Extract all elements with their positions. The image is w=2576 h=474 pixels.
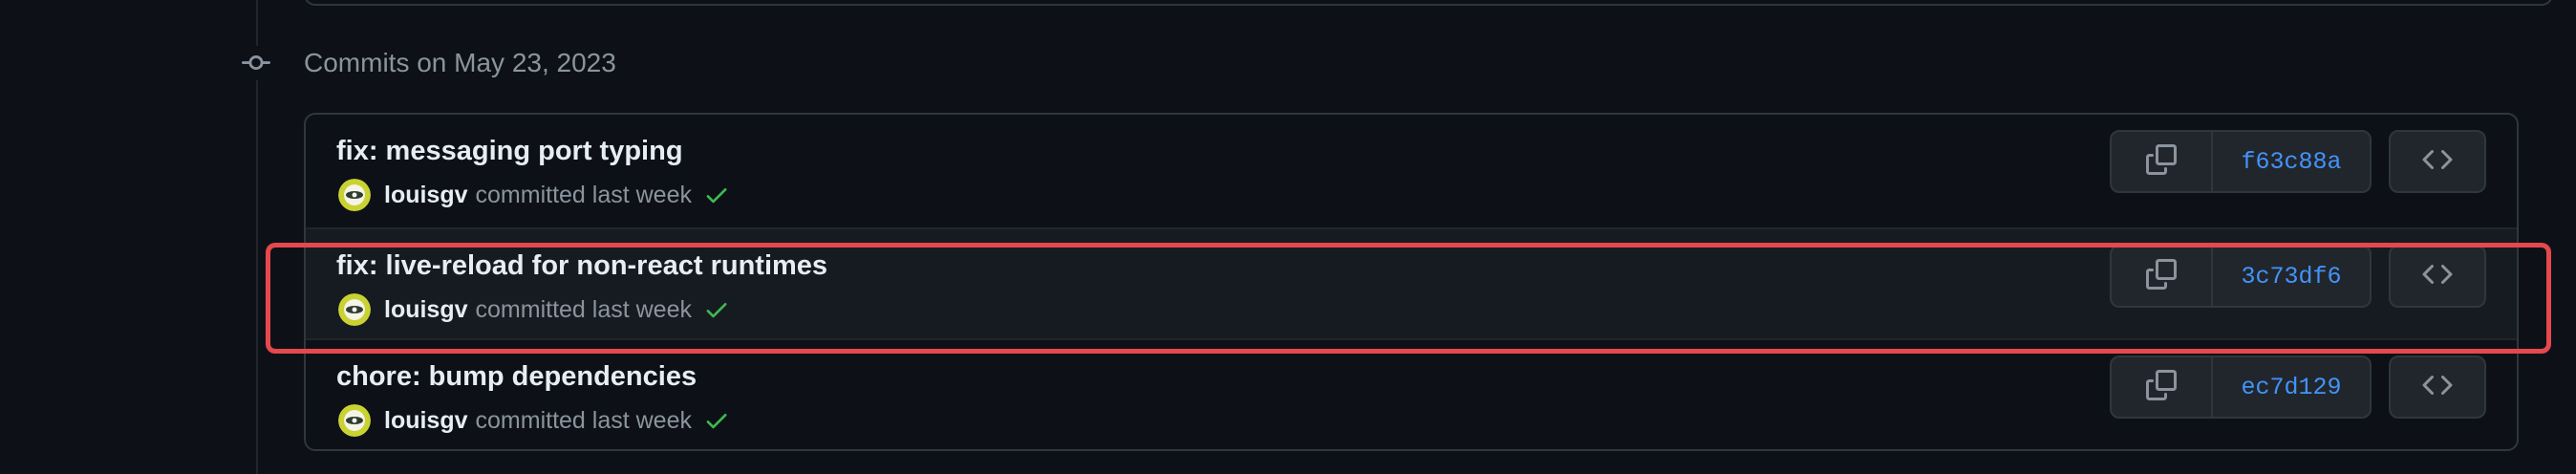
copy-sha-button[interactable] [2112,132,2213,191]
avatar[interactable] [338,179,371,211]
commit-sha-link[interactable]: f63c88a [2213,132,2370,191]
copy-sha-button[interactable] [2112,357,2213,417]
commit-actions: ec7d129 [2110,356,2486,419]
browse-repo-button[interactable] [2389,130,2486,193]
check-icon[interactable] [703,296,730,323]
commit-title-link[interactable]: fix: live-reload for non-react runtimes [336,250,827,282]
commit-time-text: committed last week [475,406,692,434]
browse-repo-button[interactable] [2389,356,2486,419]
commit-list: fix: messaging port typing louisgv commi… [304,113,2519,451]
commit-sha-link[interactable]: ec7d129 [2213,357,2370,417]
commit-author-link[interactable]: louisgv [384,182,468,209]
commit-time-text: committed last week [475,181,692,208]
commit-title-link[interactable]: fix: messaging port typing [336,136,683,167]
avatar[interactable] [338,404,371,437]
copy-icon [2146,258,2177,294]
check-icon[interactable] [703,407,730,434]
sha-button-group: ec7d129 [2110,356,2372,419]
commit-row: fix: live-reload for non-react runtimes … [306,227,2517,338]
commit-author-link[interactable]: louisgv [384,296,468,324]
commit-title-link[interactable]: chore: bump dependencies [336,361,697,393]
sha-button-group: 3c73df6 [2110,245,2372,308]
commit-history-view: Commits on May 23, 2023 fix: messaging p… [0,0,2576,474]
commit-row: fix: messaging port typing louisgv commi… [306,115,2517,227]
check-icon[interactable] [703,182,730,208]
commit-author-link[interactable]: louisgv [384,407,468,435]
copy-sha-button[interactable] [2112,247,2213,306]
commit-actions: 3c73df6 [2110,245,2486,308]
commit-group-header: Commits on May 23, 2023 [239,44,616,82]
commit-sha-link[interactable]: 3c73df6 [2213,247,2370,306]
commit-meta: louisgv committed last week [338,403,730,438]
code-icon [2422,259,2453,294]
commit-group-title: Commits on May 23, 2023 [304,48,616,77]
commit-row: chore: bump dependencies louisgv committ… [306,338,2517,449]
commit-time-text: committed last week [475,295,692,323]
copy-icon [2146,143,2177,180]
sha-button-group: f63c88a [2110,130,2372,193]
code-icon [2422,370,2453,405]
previous-commit-group-box [304,0,2553,6]
git-commit-icon [239,46,273,80]
browse-repo-button[interactable] [2389,245,2486,308]
copy-icon [2146,369,2177,405]
avatar[interactable] [338,293,371,326]
commit-meta: louisgv committed last week [338,292,730,327]
commit-meta: louisgv committed last week [338,178,730,212]
commit-actions: f63c88a [2110,130,2486,193]
code-icon [2422,144,2453,180]
